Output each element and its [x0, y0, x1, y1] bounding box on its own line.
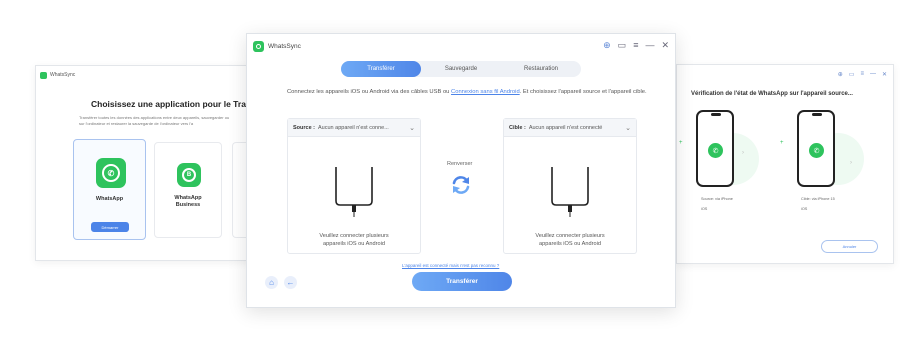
- page-heading: Choisissez une application pour le Trans…: [91, 99, 270, 109]
- feedback-icon[interactable]: ▭: [849, 71, 855, 78]
- app-card-whatsapp[interactable]: ✆ WhatsApp Démarrer: [73, 139, 146, 240]
- chevron-down-icon: ⌄: [409, 124, 415, 132]
- home-icon[interactable]: ⌂: [265, 276, 278, 289]
- source-phone-os: iOS: [701, 207, 708, 211]
- plus-icon: +: [679, 140, 683, 146]
- wireless-connection-link[interactable]: Connexion sans fil Android: [451, 89, 520, 95]
- app-logo-icon: [253, 40, 264, 52]
- whatsapp-icon: ✆: [708, 143, 723, 158]
- start-button[interactable]: Démarrer: [91, 222, 129, 232]
- usb-cable-icon: [335, 167, 373, 217]
- minimize-icon[interactable]: —: [870, 71, 876, 78]
- transfer-button[interactable]: Transférer: [412, 272, 512, 291]
- support-icon[interactable]: ⊕: [603, 40, 611, 50]
- chevron-down-icon: ⌄: [625, 124, 631, 132]
- device-not-recognized-link[interactable]: L'appareil est connecté mais n'est pas r…: [402, 263, 499, 268]
- titlebar: WhatsSync: [36, 66, 266, 84]
- minimize-icon[interactable]: —: [645, 40, 654, 50]
- target-phone-label: Cible: via iPhone 15: [801, 197, 835, 201]
- source-phone-label: Source: via iPhone: [701, 197, 733, 201]
- source-device-panel: Source : Aucun appareil n'est conne... ⌄…: [287, 118, 421, 254]
- description-line-2: sur l'ordinateur et restaurer la sauvega…: [79, 121, 194, 126]
- target-hint: Veuillez connecter plusieurs appareils i…: [535, 233, 605, 247]
- target-device-select[interactable]: Cible : Aucun appareil n'est connecté ⌄: [504, 119, 636, 137]
- back-arrow-icon[interactable]: ←: [284, 276, 297, 289]
- source-device-select[interactable]: Source : Aucun appareil n'est conne... ⌄: [288, 119, 420, 137]
- intro-text: Connectez les appareils iOS ou Android v…: [287, 89, 647, 95]
- target-device-panel: Cible : Aucun appareil n'est connecté ⌄ …: [503, 118, 637, 254]
- status-heading: Vérification de l'état de WhatsApp sur l…: [691, 91, 853, 97]
- source-phone-icon: ✆: [696, 110, 734, 187]
- swap-label: Renverser: [447, 161, 473, 167]
- whatsapp-business-icon: B: [177, 163, 201, 187]
- close-icon[interactable]: ✕: [882, 71, 887, 78]
- app-logo-icon: [40, 71, 47, 79]
- window-controls: ⊕ ▭ ≡ — ✕: [838, 71, 887, 78]
- app-name: WhatsSync: [268, 42, 301, 50]
- target-label: Cible :: [509, 124, 526, 131]
- screenshot-stage: WhatsSync Choisissez une application pou…: [0, 0, 920, 340]
- app-card-label: WhatsApp: [95, 196, 124, 202]
- tab-transferer[interactable]: Transférer: [341, 61, 421, 77]
- swap-arrows-icon[interactable]: [450, 174, 472, 196]
- menu-icon[interactable]: ≡: [633, 40, 638, 50]
- target-phone-icon: ✆: [797, 110, 835, 187]
- plus-icon: +: [780, 140, 784, 146]
- source-hint: Veuillez connecter plusieurs appareils i…: [319, 233, 389, 247]
- mode-tabs: Transférer Sauvegarde Restauration: [341, 61, 581, 77]
- source-value: Aucun appareil n'est conne...: [318, 124, 389, 131]
- chevron-right-icon: ›: [742, 150, 744, 156]
- app-card-whatsapp-business[interactable]: B WhatsApp Business: [154, 142, 222, 238]
- main-window: WhatsSync ⊕ ▭ ≡ — ✕ Transférer Sauvegard…: [246, 33, 676, 308]
- tab-sauvegarde[interactable]: Sauvegarde: [421, 61, 501, 77]
- menu-icon[interactable]: ≡: [860, 71, 864, 78]
- app-name: WhatsSync: [50, 72, 76, 78]
- target-value: Aucun appareil n'est connecté: [528, 124, 603, 131]
- feedback-icon[interactable]: ▭: [618, 40, 627, 50]
- chevron-right-icon: ›: [850, 160, 852, 166]
- description: Transférer toutes les données des applic…: [79, 115, 255, 127]
- window-controls: ⊕ ▭ ≡ — ✕: [603, 40, 669, 50]
- whatsapp-icon: ✆: [809, 143, 824, 158]
- background-window-right: ⊕ ▭ ≡ — ✕ Vérification de l'état de What…: [676, 64, 894, 264]
- whatsapp-icon: ✆: [96, 158, 126, 188]
- tab-restauration[interactable]: Restauration: [501, 61, 581, 77]
- app-card-label: WhatsApp Business: [174, 195, 202, 208]
- target-phone-os: iOS: [801, 207, 808, 211]
- background-window-left: WhatsSync Choisissez une application pou…: [35, 65, 272, 261]
- usb-cable-icon: [551, 167, 589, 217]
- source-label: Source :: [293, 124, 316, 131]
- support-icon[interactable]: ⊕: [838, 71, 843, 78]
- cancel-button[interactable]: Annuler: [821, 240, 878, 253]
- close-icon[interactable]: ✕: [661, 40, 669, 50]
